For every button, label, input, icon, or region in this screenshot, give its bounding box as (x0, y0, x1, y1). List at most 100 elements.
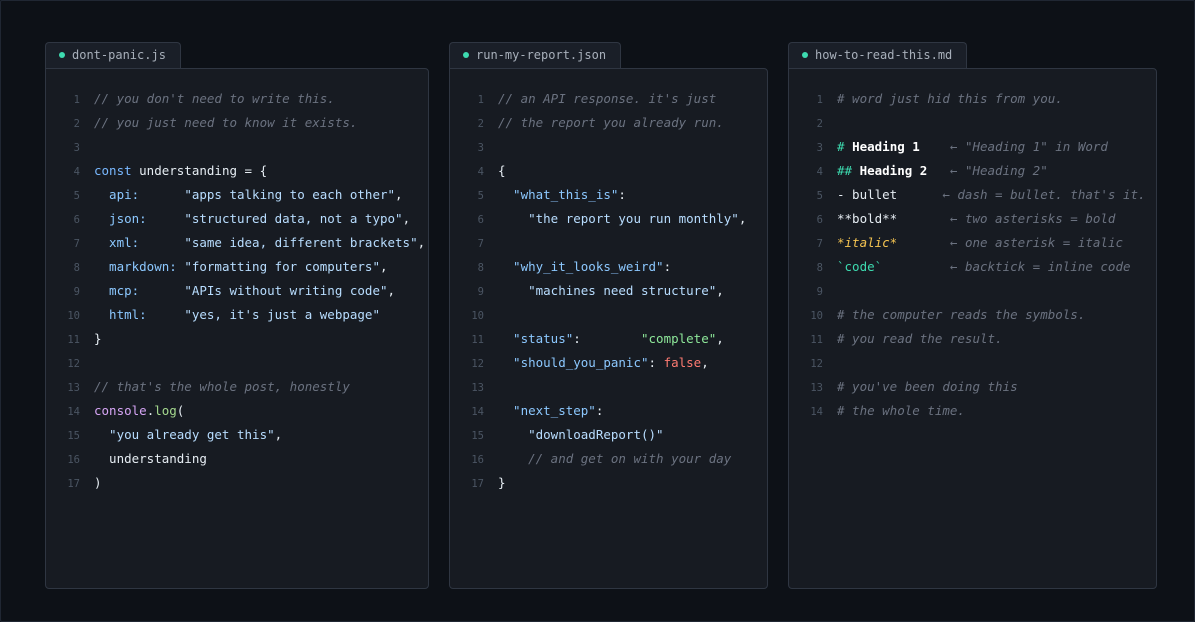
code-token: # you've been doing this (837, 379, 1018, 394)
line-number: 15 (471, 430, 484, 442)
code-token: *italic* (837, 235, 898, 250)
code-token: html: (94, 307, 185, 322)
code-lines: 1 # word just hid this from you. 2 3 # Headi… (789, 87, 1156, 423)
code-line: 5 - bullet ← dash = bullet. that's it. (789, 183, 1156, 207)
code-line: 3 (450, 135, 767, 159)
code-line: 15 "downloadReport()" (450, 423, 767, 447)
line-number: 11 (67, 334, 80, 346)
file-dot-icon (59, 52, 65, 58)
code-token: // you don't need to write this. (94, 91, 335, 106)
code-token: json: (94, 211, 185, 226)
code-token: // an API response. it's just (498, 91, 717, 106)
code-token: , (701, 355, 709, 370)
line-number: 12 (471, 358, 484, 370)
code-line: 8 `code` ← backtick = inline code (789, 255, 1156, 279)
line-number: 13 (471, 382, 484, 394)
line-number: 17 (471, 478, 484, 490)
code-line: 4{ (450, 159, 767, 183)
code-token: understanding (94, 451, 207, 466)
file-tab-dont-panic[interactable]: dont-panic.js (45, 42, 181, 68)
file-tab-run-my-report[interactable]: run-my-report.json (449, 42, 622, 68)
code-token: // and get on with your day (498, 451, 732, 466)
line-number: 14 (810, 406, 823, 418)
code-token: # the computer reads the symbols. (837, 307, 1086, 322)
code-line: 13 // that's the whole post, honestly (46, 375, 428, 399)
line-number: 8 (73, 262, 80, 274)
code-token: "next_step" (498, 403, 596, 418)
code-line: 1 // an API response. it's just (450, 87, 767, 111)
line-number: 13 (810, 382, 823, 394)
code-token: "formatting for computers" (184, 259, 380, 274)
code-line: 16 understanding (46, 447, 428, 471)
code-token: "apps talking to each other" (184, 187, 396, 202)
code-line: 5 api: "apps talking to each other", (46, 183, 428, 207)
code-line: 17} (450, 471, 767, 495)
code-editor[interactable]: 1 // an API response. it's just 2 // the re… (449, 68, 768, 589)
file-tab-label: how-to-read-this.md (815, 48, 953, 62)
line-number: 4 (477, 166, 484, 178)
line-number: 1 (73, 94, 80, 106)
code-token: , (716, 331, 724, 346)
line-number: 8 (477, 262, 484, 274)
line-number: 1 (477, 94, 484, 106)
line-number: 6 (816, 214, 823, 226)
line-number: 3 (816, 142, 823, 154)
code-token: , (395, 187, 403, 202)
code-token: ← one asterisk = italic (949, 235, 1123, 250)
code-token: ( (176, 403, 185, 418)
code-token: , (379, 259, 388, 274)
line-number: 6 (73, 214, 80, 226)
line-number: 2 (816, 118, 823, 130)
code-editor[interactable]: 1 // you don't need to write this. 2 // you… (45, 68, 429, 589)
code-line: 11 "status": "complete", (450, 327, 767, 351)
code-line: 14 # the whole time. (789, 399, 1156, 423)
code-token: , (417, 235, 426, 250)
line-number: 3 (73, 142, 80, 154)
line-number: 12 (810, 358, 823, 370)
line-number: 17 (67, 478, 80, 490)
code-token: "should_you_panic" (498, 355, 649, 370)
line-number: 10 (810, 310, 823, 322)
code-token: console (94, 403, 147, 418)
code-line: 7 (450, 231, 767, 255)
code-line: 1 # word just hid this from you. (789, 87, 1156, 111)
code-token: , (738, 211, 747, 226)
line-number: 13 (67, 382, 80, 394)
code-line: 3 # Heading 1 ← "Heading 1" in Word (789, 135, 1156, 159)
code-line: 17) (46, 471, 428, 495)
code-line: 2 // the report you already run. (450, 111, 767, 135)
code-token: // you just need to know it exists. (94, 115, 358, 130)
code-token: ← backtick = inline code (949, 259, 1131, 274)
code-editor[interactable]: 1 # word just hid this from you. 2 3 # Headi… (788, 68, 1157, 589)
code-line: 6 "the report you run monthly", (450, 207, 767, 231)
code-token: : (663, 259, 672, 274)
code-lines: 1 // an API response. it's just 2 // the re… (450, 87, 767, 495)
file-tab-label: dont-panic.js (72, 48, 166, 62)
line-number: 10 (471, 310, 484, 322)
code-line: 3 (46, 135, 428, 159)
code-token: understanding = { (139, 163, 268, 178)
code-token: ## (837, 163, 860, 178)
code-token: : (595, 403, 604, 418)
code-token: // the report you already run. (498, 115, 724, 130)
code-token: "status" (498, 331, 574, 346)
line-number: 6 (477, 214, 484, 226)
line-number: 15 (67, 430, 80, 442)
line-number: 1 (816, 94, 823, 106)
code-line: 14 "next_step": (450, 399, 767, 423)
code-token: , (274, 427, 283, 442)
code-line: 13 # you've been doing this (789, 375, 1156, 399)
line-number: 11 (810, 334, 823, 346)
code-line: 11 # you read the result. (789, 327, 1156, 351)
code-token: "downloadReport()" (498, 427, 664, 442)
code-line: 8 markdown: "formatting for computers", (46, 255, 428, 279)
code-token: Heading 1 (852, 139, 920, 154)
code-token: # word just hid this from you. (837, 91, 1063, 106)
line-number: 4 (73, 166, 80, 178)
code-line: 15 "you already get this", (46, 423, 428, 447)
code-token: } (94, 331, 102, 346)
code-token: "yes, it's just a webpage" (184, 307, 380, 322)
line-number: 7 (816, 238, 823, 250)
file-tab-how-to-read-this[interactable]: how-to-read-this.md (788, 42, 968, 68)
code-token: : (618, 187, 626, 202)
